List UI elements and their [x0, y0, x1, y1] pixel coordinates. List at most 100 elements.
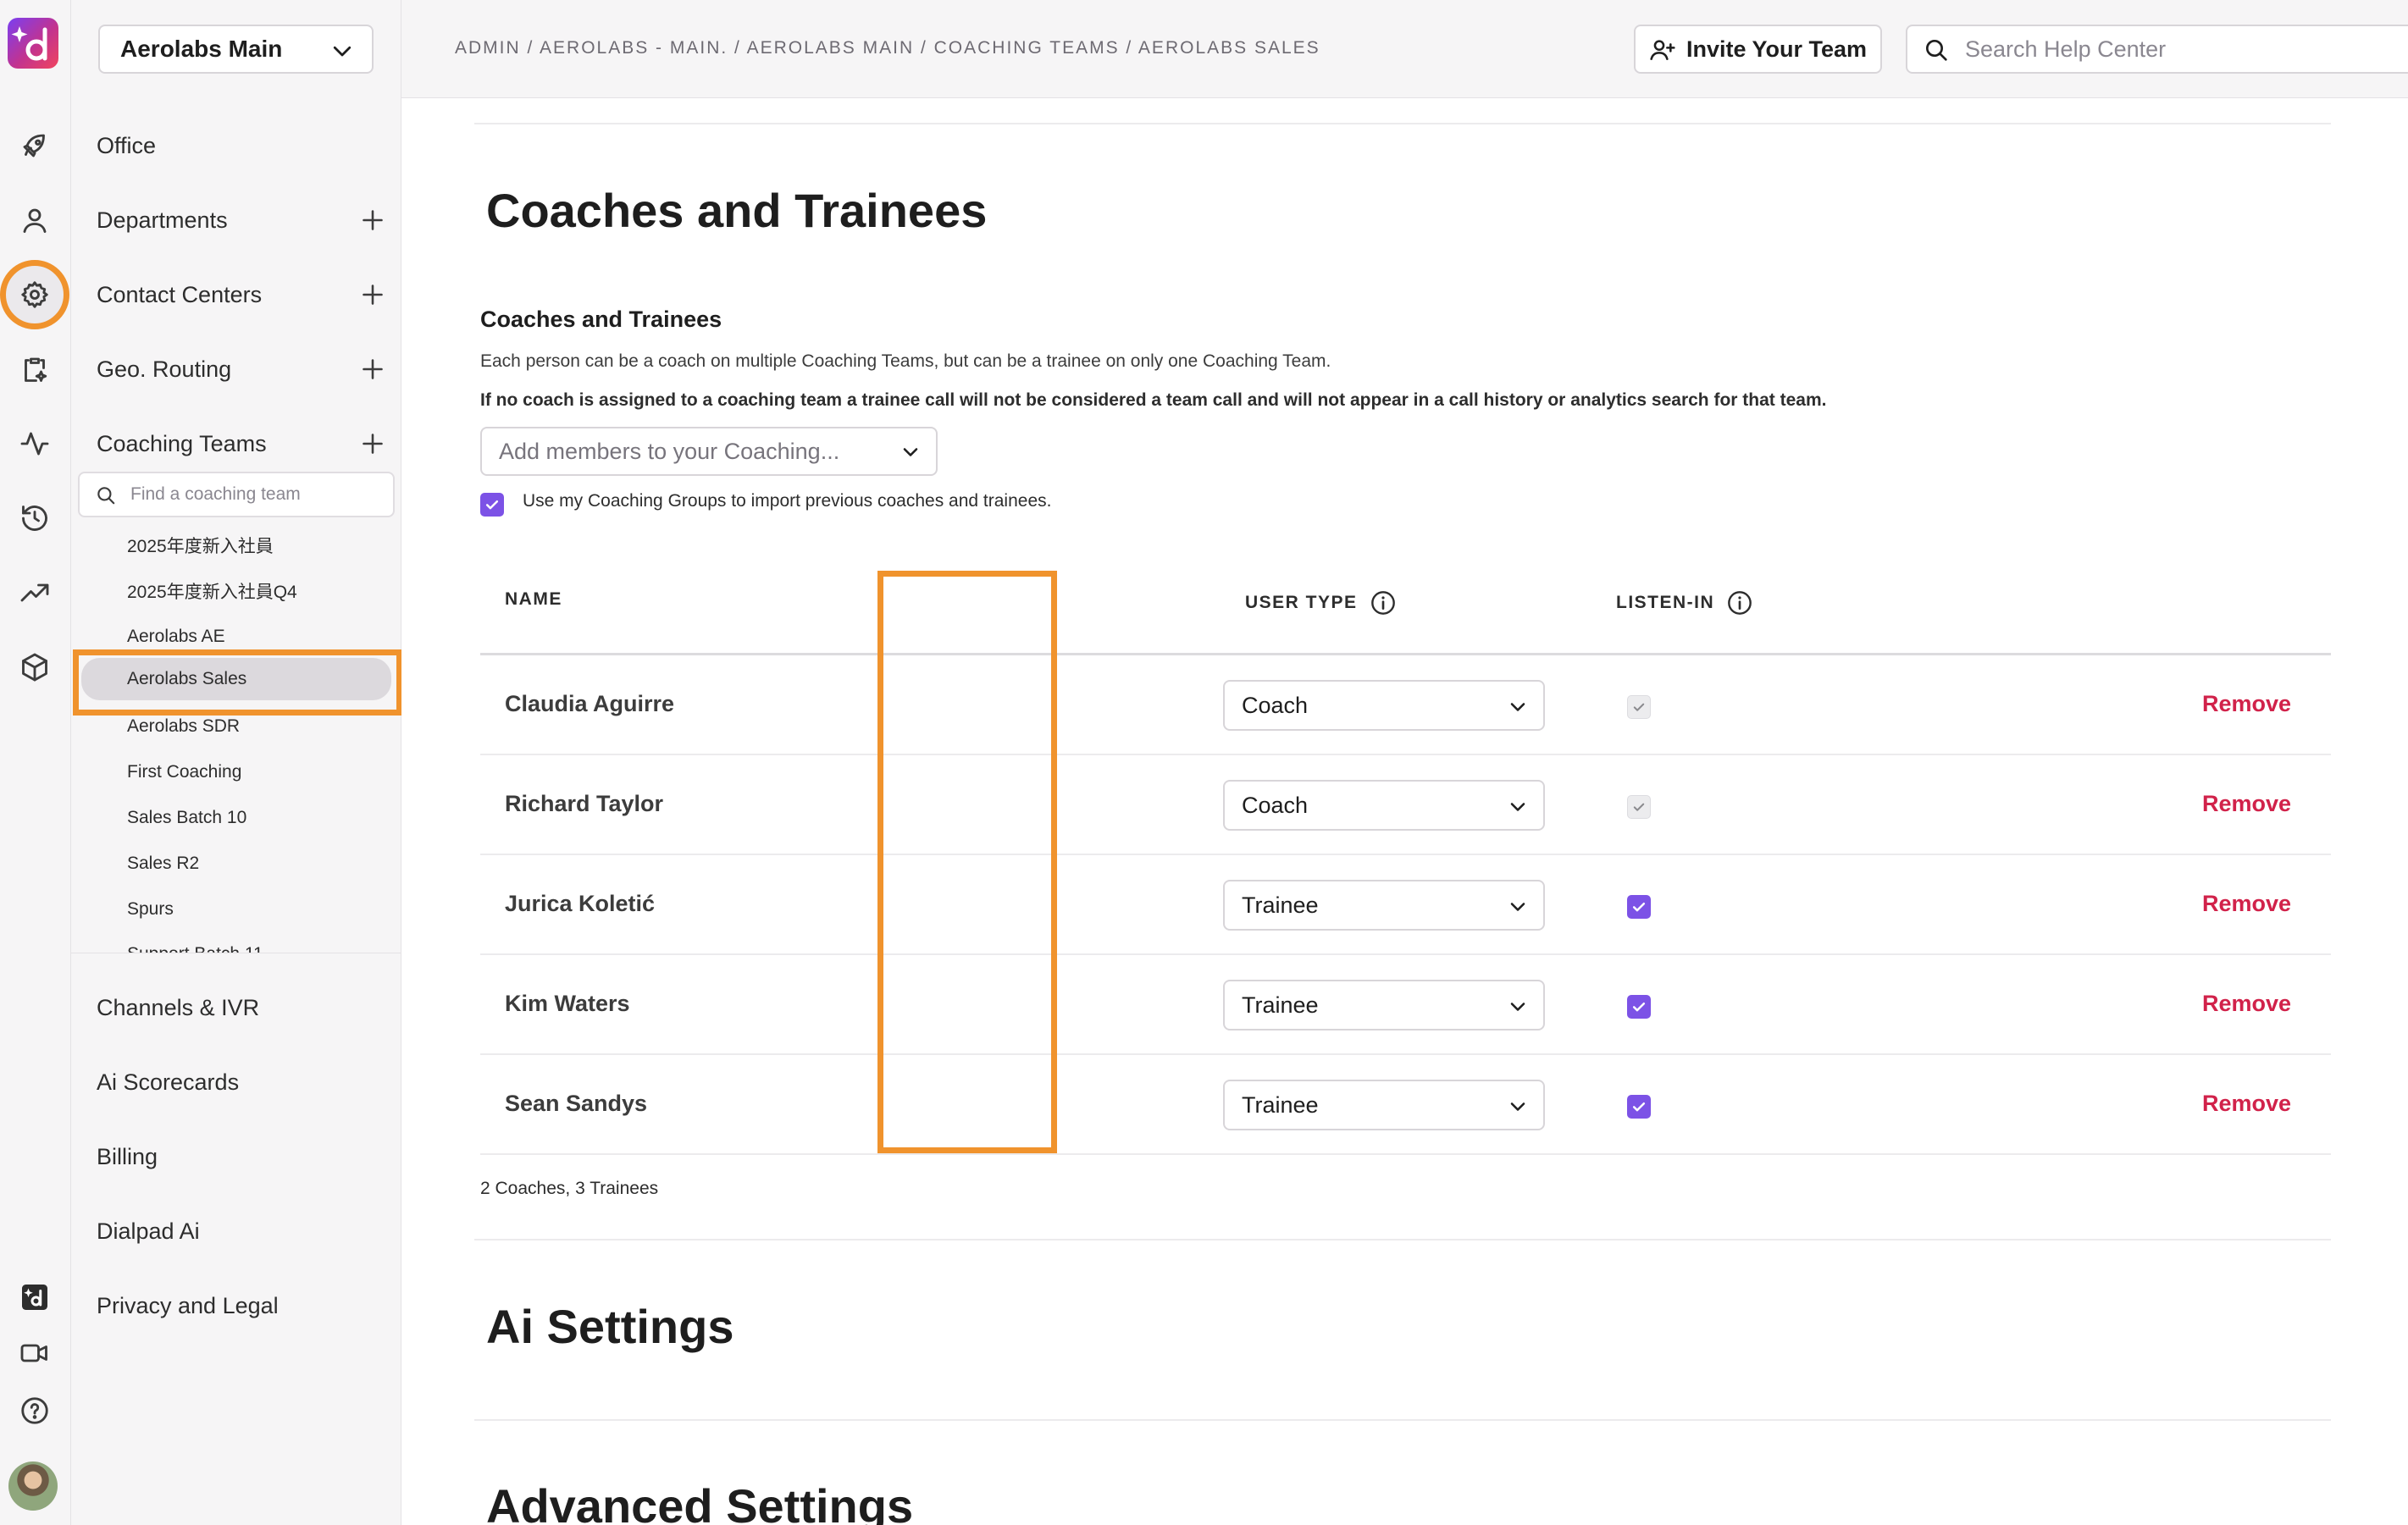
sidebar-item-label: Contact Centers — [97, 281, 263, 307]
table-row: Jurica Koletić Trainee Remove — [480, 855, 2331, 955]
section-divider — [474, 1419, 2331, 1421]
add-members-placeholder: Add members to your Coaching... — [499, 438, 840, 464]
main-content: Coaches and Trainees Coaches and Trainee… — [401, 98, 2408, 1525]
plus-icon[interactable] — [361, 283, 385, 307]
listen-in-checkbox[interactable] — [1627, 995, 1651, 1019]
member-name: Sean Sandys — [505, 1091, 648, 1116]
clipboard-sparkle-icon[interactable] — [14, 349, 55, 390]
team-item-label: Spurs — [127, 899, 174, 919]
listen-in-checkbox[interactable] — [1627, 895, 1651, 919]
team-item-label: First Coaching — [127, 762, 242, 782]
table-row: Claudia Aguirre Coach Remove — [480, 655, 2331, 755]
team-item[interactable]: First Coaching — [127, 751, 241, 793]
plus-icon[interactable] — [361, 432, 385, 456]
sidebar-item-label: Departments — [97, 207, 228, 233]
column-header-name: NAME — [505, 589, 562, 610]
check-icon — [1632, 1102, 1646, 1112]
remove-member-button[interactable]: Remove — [2202, 791, 2291, 817]
user-type-select[interactable]: Trainee — [1223, 980, 1545, 1030]
sidebar-item-privacy-legal[interactable]: Privacy and Legal — [97, 1280, 390, 1331]
team-item-label: Sales R2 — [127, 854, 200, 873]
coaching-team-list: 2025年度新入社員 2025年度新入社員Q4 Aerolabs AE Aero… — [71, 522, 401, 953]
sidebar-item-label: Billing — [97, 1143, 158, 1169]
sidebar-item-label: Geo. Routing — [97, 356, 232, 382]
org-selector-label: Aerolabs Main — [120, 36, 283, 62]
history-icon[interactable] — [14, 498, 55, 539]
column-header-label: LISTEN-IN — [1616, 593, 1715, 612]
user-type-select[interactable]: Trainee — [1223, 1080, 1545, 1130]
dialpad-ai-icon[interactable] — [14, 1277, 55, 1318]
invite-team-button[interactable]: Invite Your Team — [1634, 25, 1882, 74]
chevron-down-icon — [1510, 1003, 1525, 1011]
search-icon — [1926, 40, 1947, 61]
check-icon — [485, 500, 499, 510]
top-header: ADMIN / AEROLABS - MAIN. / AEROLABS MAIN… — [401, 0, 2408, 98]
member-summary: 2 Coaches, 3 Trainees — [480, 1179, 659, 1198]
check-icon — [1633, 703, 1645, 711]
active-team-highlight — [73, 649, 402, 716]
team-item[interactable]: Sales Batch 10 — [127, 797, 246, 839]
gear-icon[interactable] — [14, 274, 55, 315]
user-type-value: Trainee — [1242, 892, 1319, 918]
sidebar-item-departments[interactable]: Departments — [97, 195, 390, 246]
team-item-label: Aerolabs AE — [127, 627, 225, 646]
chevron-down-icon — [1510, 703, 1525, 711]
team-item[interactable]: 2025年度新入社員Q4 — [127, 570, 297, 612]
user-type-select[interactable]: Trainee — [1223, 880, 1545, 931]
user-type-value: Trainee — [1242, 1091, 1319, 1118]
listen-in-checkbox-disabled — [1627, 695, 1651, 719]
member-name: Jurica Koletić — [505, 891, 656, 916]
trending-up-icon[interactable] — [14, 572, 55, 613]
chevron-down-icon — [1510, 1102, 1525, 1111]
column-header-listen-in: LISTEN-IN — [1616, 589, 1753, 616]
coaching-team-search-input[interactable]: Find a coaching team — [78, 472, 395, 517]
sidebar-item-dialpad-ai[interactable]: Dialpad Ai — [97, 1206, 390, 1257]
sidebar-item-label: Dialpad Ai — [97, 1218, 200, 1244]
section-divider — [474, 123, 2331, 124]
import-coaching-groups-checkbox[interactable] — [480, 493, 504, 517]
org-selector[interactable]: Aerolabs Main — [98, 25, 374, 74]
remove-member-button[interactable]: Remove — [2202, 991, 2291, 1017]
info-icon[interactable] — [1370, 589, 1397, 616]
plus-icon[interactable] — [361, 357, 385, 381]
remove-member-button[interactable]: Remove — [2202, 891, 2291, 917]
plus-icon[interactable] — [361, 208, 385, 232]
listen-in-checkbox[interactable] — [1627, 1095, 1651, 1119]
video-icon[interactable] — [14, 1333, 55, 1373]
sidebar-item-billing[interactable]: Billing — [97, 1131, 390, 1182]
user-icon[interactable] — [14, 200, 55, 240]
breadcrumb[interactable]: ADMIN / AEROLABS - MAIN. / AEROLABS MAIN… — [455, 38, 1320, 58]
member-name: Richard Taylor — [505, 791, 664, 816]
remove-member-button[interactable]: Remove — [2202, 1091, 2291, 1117]
sidebar-item-geo-routing[interactable]: Geo. Routing — [97, 344, 390, 395]
activity-icon[interactable] — [14, 423, 55, 464]
sidebar-item-label: Ai Scorecards — [97, 1069, 240, 1095]
sidebar-item-ai-scorecards[interactable]: Ai Scorecards — [97, 1057, 390, 1108]
remove-member-button[interactable]: Remove — [2202, 691, 2291, 717]
user-type-select[interactable]: Coach — [1223, 780, 1545, 831]
team-item[interactable]: 2025年度新入社員 — [127, 524, 274, 566]
team-item[interactable]: Spurs — [127, 888, 174, 931]
team-item-label: Aerolabs SDR — [127, 716, 241, 736]
team-item-label: 2025年度新入社員 — [127, 537, 274, 556]
sidebar-item-channels-ivr[interactable]: Channels & IVR — [97, 982, 390, 1033]
section-description: Each person can be a coach on multiple C… — [480, 351, 1331, 371]
cube-icon[interactable] — [14, 647, 55, 688]
team-item[interactable]: Sales R2 — [127, 843, 199, 885]
chevron-down-icon — [333, 46, 352, 57]
user-type-value: Trainee — [1242, 992, 1319, 1018]
info-icon[interactable] — [1726, 589, 1753, 616]
user-type-value: Coach — [1242, 792, 1309, 818]
team-item[interactable]: Support Batch 11 — [127, 933, 263, 953]
dialpad-logo-icon[interactable] — [8, 18, 58, 69]
sidebar-item-office[interactable]: Office — [97, 120, 390, 171]
user-type-select[interactable]: Coach — [1223, 680, 1545, 731]
page-title: Coaches and Trainees — [486, 184, 988, 237]
sidebar-item-coaching-teams[interactable]: Coaching Teams — [97, 418, 390, 469]
help-circle-icon[interactable] — [14, 1390, 55, 1431]
sidebar-item-contact-centers[interactable]: Contact Centers — [97, 269, 390, 320]
rocket-icon[interactable] — [14, 125, 55, 166]
help-center-search-input[interactable]: Search Help Center — [1906, 25, 2408, 74]
add-members-dropdown[interactable]: Add members to your Coaching... — [480, 427, 938, 476]
user-avatar[interactable] — [8, 1461, 58, 1511]
